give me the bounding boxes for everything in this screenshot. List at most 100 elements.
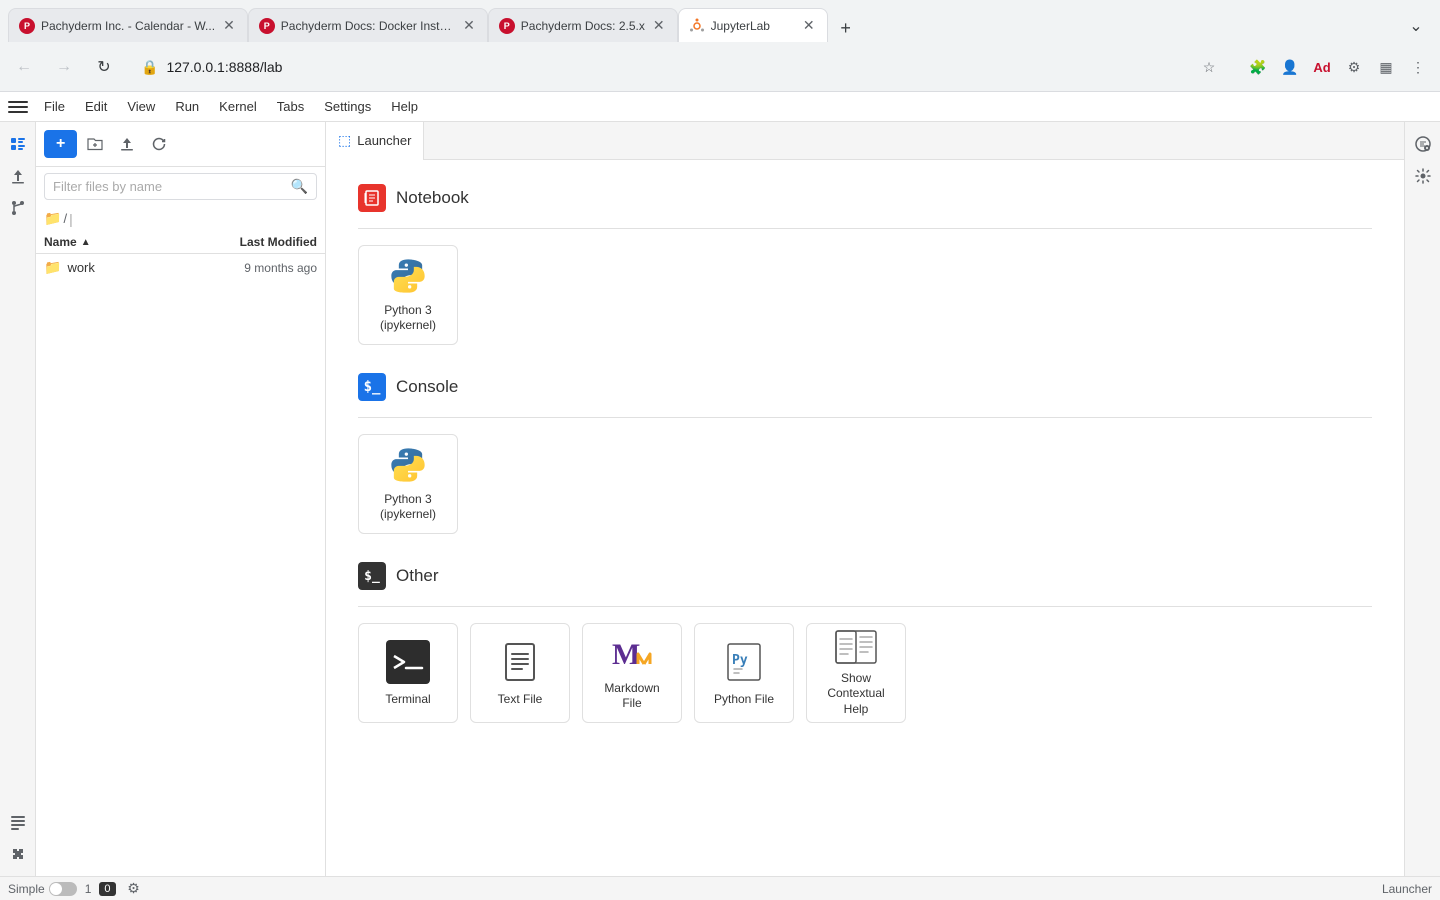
toggle-track[interactable] <box>49 882 77 896</box>
upload-files-button[interactable] <box>113 130 141 158</box>
upload-activity-icon[interactable] <box>4 162 32 190</box>
other-section-header: $_ Other <box>358 562 1372 590</box>
menu-view[interactable]: View <box>119 95 163 118</box>
tab3-close[interactable]: ✕ <box>651 15 667 36</box>
line-col-indicator: 1 <box>85 882 92 896</box>
status-settings-icon[interactable]: ⚙ <box>124 879 144 899</box>
browser-tab-3[interactable]: P Pachyderm Docs: 2.5.x ✕ <box>488 8 678 42</box>
launcher-tab[interactable]: ⬚ Launcher <box>326 122 424 160</box>
console-divider <box>358 417 1372 418</box>
pythonfile-label: Python File <box>714 692 774 708</box>
sidebar-icon[interactable]: ▦ <box>1372 53 1400 81</box>
textfile-label: Text File <box>498 692 543 708</box>
search-icon[interactable]: 🔍 <box>291 178 308 195</box>
textfile-card[interactable]: Text File <box>470 623 570 723</box>
menu-settings[interactable]: Settings <box>316 95 379 118</box>
menu-kernel[interactable]: Kernel <box>211 95 265 118</box>
main-area: + <box>0 122 1440 876</box>
extensions-activity-icon[interactable] <box>4 840 32 868</box>
new-folder-button[interactable] <box>81 130 109 158</box>
minimize-btn[interactable]: ⌄ <box>1400 10 1432 42</box>
console-section-header: $_ Console <box>358 373 1372 401</box>
extensions-icon[interactable]: 🧩 <box>1244 53 1272 81</box>
filter-search-box[interactable]: 🔍 <box>44 173 317 200</box>
adblocker-icon[interactable]: Ad <box>1308 53 1336 81</box>
tab1-label: Pachyderm Inc. - Calendar - W... <box>41 19 215 33</box>
modified-column-header: Last Modified <box>197 235 317 249</box>
git-activity-icon[interactable] <box>4 194 32 222</box>
other-section-icon: $_ <box>358 562 386 590</box>
right-panel <box>1404 122 1440 876</box>
menu-file[interactable]: File <box>36 95 73 118</box>
bookmark-icon[interactable]: ☆ <box>1195 53 1223 81</box>
profile-icon[interactable]: 👤 <box>1276 53 1304 81</box>
property-inspector-icon[interactable] <box>1409 130 1437 158</box>
python3-notebook-icon <box>384 256 432 297</box>
tasks-activity-icon[interactable] <box>4 808 32 836</box>
launcher-status-label: Launcher <box>1382 882 1432 896</box>
name-label: Name <box>44 235 77 249</box>
tab2-close[interactable]: ✕ <box>461 15 477 36</box>
contextual-help-card[interactable]: ShowContextual Help <box>806 623 906 723</box>
files-activity-icon[interactable] <box>4 130 32 158</box>
refresh-browser-button[interactable] <box>145 130 173 158</box>
forward-button[interactable]: → <box>48 51 80 83</box>
sort-arrow-icon: ▲ <box>81 237 91 248</box>
textfile-icon <box>496 638 544 686</box>
svg-text:M: M <box>612 638 640 671</box>
browser-tab-2[interactable]: P Pachyderm Docs: Docker Insta... ✕ <box>248 8 488 42</box>
python3-console-card[interactable]: Python 3(ipykernel) <box>358 434 458 534</box>
extension2-icon[interactable]: ⚙ <box>1340 53 1368 81</box>
name-column-header[interactable]: Name ▲ <box>44 235 197 249</box>
markdown-icon: M <box>608 634 656 675</box>
tab4-favicon <box>689 18 705 34</box>
back-button[interactable]: ← <box>8 51 40 83</box>
menu-bar: File Edit View Run Kernel Tabs Settings … <box>0 92 1440 122</box>
more-icon[interactable]: ⋮ <box>1404 53 1432 81</box>
svg-text:Py: Py <box>732 653 748 668</box>
file-table: Name ▲ Last Modified 📁 work 9 months ago <box>36 231 325 876</box>
url-text: 127.0.0.1:8888/lab <box>166 59 1187 75</box>
menu-help[interactable]: Help <box>383 95 426 118</box>
simple-toggle[interactable]: Simple <box>8 882 77 896</box>
contextual-help-label: ShowContextual Help <box>817 671 895 718</box>
app: File Edit View Run Kernel Tabs Settings … <box>0 92 1440 900</box>
tab4-label: JupyterLab <box>711 19 795 33</box>
new-launcher-button[interactable]: + <box>44 130 77 158</box>
hamburger-menu[interactable] <box>8 97 28 117</box>
menu-tabs[interactable]: Tabs <box>269 95 312 118</box>
zero-badge: 0 <box>99 882 115 896</box>
pythonfile-card[interactable]: Py Python File <box>694 623 794 723</box>
markdown-card[interactable]: M Markdown File <box>582 623 682 723</box>
tab1-close[interactable]: ✕ <box>221 15 237 36</box>
reload-button[interactable]: ↻ <box>88 51 120 83</box>
status-right: Launcher <box>1382 882 1432 896</box>
tab2-favicon: P <box>259 18 275 34</box>
browser-tab-bar: P Pachyderm Inc. - Calendar - W... ✕ P P… <box>0 0 1440 42</box>
new-tab-button[interactable]: + <box>832 14 860 42</box>
new-plus-icon: + <box>56 135 65 153</box>
status-left: Simple 1 0 ⚙ <box>8 879 144 899</box>
terminal-card[interactable]: Terminal <box>358 623 458 723</box>
file-row-work[interactable]: 📁 work 9 months ago <box>36 254 325 281</box>
menu-run[interactable]: Run <box>167 95 207 118</box>
markdown-label: Markdown File <box>593 681 671 712</box>
python3-notebook-card[interactable]: Python 3(ipykernel) <box>358 245 458 345</box>
address-bar[interactable]: 🔒 127.0.0.1:8888/lab ☆ <box>128 49 1236 85</box>
notebook-cards: Python 3(ipykernel) <box>358 245 1372 345</box>
toggle-thumb <box>50 883 62 895</box>
notebook-section-header: Notebook <box>358 184 1372 212</box>
browser-tab-4[interactable]: JupyterLab ✕ <box>678 8 828 42</box>
tab3-favicon: P <box>499 18 515 34</box>
breadcrumb: 📁 / | <box>36 206 325 231</box>
browser-actions: 🧩 👤 Ad ⚙ ▦ ⋮ <box>1244 53 1432 81</box>
tab1-favicon: P <box>19 18 35 34</box>
browser-tab-1[interactable]: P Pachyderm Inc. - Calendar - W... ✕ <box>8 8 248 42</box>
menu-edit[interactable]: Edit <box>77 95 115 118</box>
tab3-label: Pachyderm Docs: 2.5.x <box>521 19 645 33</box>
file-table-header: Name ▲ Last Modified <box>36 231 325 254</box>
simple-label: Simple <box>8 882 45 896</box>
settings-right-icon[interactable] <box>1409 162 1437 190</box>
search-input[interactable] <box>53 179 285 194</box>
tab4-close[interactable]: ✕ <box>801 15 817 36</box>
